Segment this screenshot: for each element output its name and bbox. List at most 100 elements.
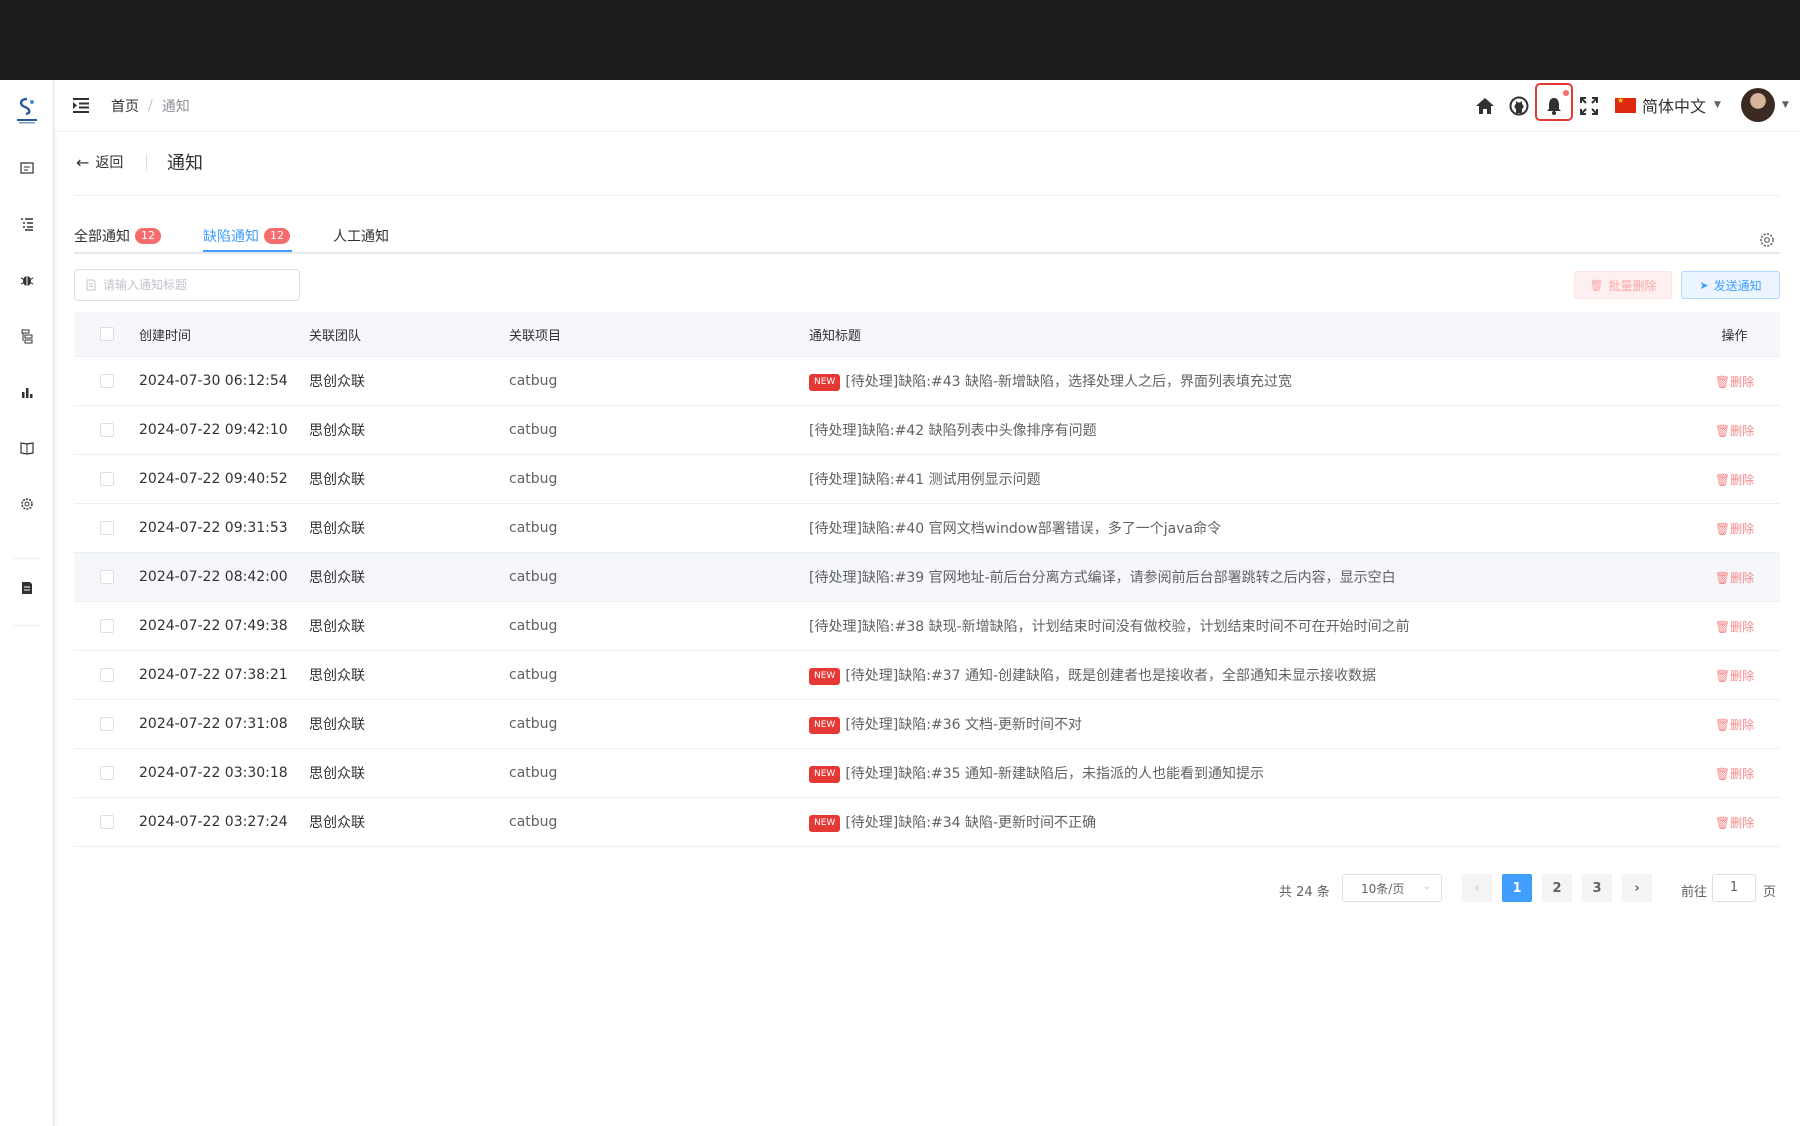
tab-manual-notifications[interactable]: 人工通知	[333, 226, 389, 246]
back-button[interactable]: ← 返回	[76, 152, 123, 172]
column-header: 操作	[1721, 328, 1748, 344]
home-button[interactable]	[1473, 94, 1497, 118]
send-notification-button[interactable]: ➤ 发送通知	[1681, 271, 1780, 299]
delete-button[interactable]: 🗑删除	[1715, 669, 1754, 683]
github-button[interactable]	[1507, 94, 1531, 118]
page-size-select[interactable]: 10条/页 ⌄	[1342, 874, 1442, 902]
batch-delete-button[interactable]: 🗑 批量删除	[1574, 271, 1672, 299]
delete-label: 删除	[1730, 815, 1755, 830]
table-row[interactable]: 2024-07-22 09:42:10 思创众联 catbug [待处理]缺陷:#42…	[74, 406, 1780, 455]
notification-title[interactable]: NEW [待处理]缺陷:#43 缺陷-新增缺陷，选择处理人之后，界面列表填充过宽	[809, 371, 1689, 391]
tab-all-notifications[interactable]: 全部通知 12	[74, 226, 161, 246]
notification-title[interactable]: NEW [待处理]缺陷:#37 通知-创建缺陷，既是创建者也是接收者，全部通知未显…	[809, 665, 1689, 685]
delete-button[interactable]: 🗑删除	[1715, 424, 1754, 438]
search-input[interactable]	[103, 278, 283, 292]
settings-icon	[21, 498, 33, 510]
row-checkbox[interactable]	[99, 521, 114, 535]
chevron-down-icon: ⌄	[1422, 881, 1431, 892]
notification-title[interactable]: [待处理]缺陷:#42 缺陷列表中头像排序有问题	[809, 420, 1689, 440]
notification-title[interactable]: [待处理]缺陷:#39 官网地址-前后台分离方式编译，请参阅前后台部署跳转之后内…	[809, 567, 1689, 587]
goto-page-input[interactable]: 1	[1712, 874, 1756, 902]
table-row[interactable]: 2024-07-22 07:31:08 思创众联 catbug NEW [待处理]缺陷:…	[74, 700, 1780, 749]
table-row[interactable]: 2024-07-22 07:49:38 思创众联 catbug [待处理]缺陷:#38…	[74, 602, 1780, 651]
delete-button[interactable]: 🗑删除	[1715, 767, 1754, 781]
sidebar-item-tree[interactable]	[0, 316, 54, 356]
page-number[interactable]: 3	[1582, 874, 1612, 902]
delete-label: 删除	[1730, 717, 1755, 732]
table-row[interactable]: 2024-07-22 08:42:00 思创众联 catbug [待处理]缺陷:#39…	[74, 553, 1780, 602]
row-checkbox[interactable]	[99, 668, 114, 682]
next-page-button[interactable]: ›	[1622, 874, 1652, 902]
menu-collapse-icon[interactable]	[71, 95, 91, 115]
table-row[interactable]: 2024-07-22 09:31:53 思创众联 catbug [待处理]缺陷:#40…	[74, 504, 1780, 553]
notification-title-text: [待处理]缺陷:#42 缺陷列表中头像排序有问题	[809, 423, 1097, 439]
delete-button[interactable]: 🗑删除	[1715, 816, 1754, 830]
pagination: 共 24 条 10条/页 ⌄ ‹ 1 2 3 › 前往 1 页	[0, 874, 1800, 904]
row-checkbox[interactable]	[99, 472, 114, 486]
goto-suffix: 页	[1763, 885, 1777, 900]
created-time: 2024-07-22 07:49:38	[139, 618, 288, 634]
notification-title[interactable]: NEW [待处理]缺陷:#34 缺陷-更新时间不正确	[809, 812, 1689, 832]
notification-title[interactable]: NEW [待处理]缺陷:#36 文档-更新时间不对	[809, 714, 1689, 734]
row-checkbox[interactable]	[99, 374, 114, 388]
back-label: 返回	[95, 155, 124, 171]
gear-icon[interactable]	[1758, 231, 1776, 249]
sidebar-item-settings[interactable]	[0, 484, 54, 524]
tab-bug-notifications[interactable]: 缺陷通知 12	[203, 226, 290, 246]
table-row[interactable]: 2024-07-30 06:12:54 思创众联 catbug NEW [待处理]缺陷:…	[74, 357, 1780, 406]
delete-button[interactable]: 🗑删除	[1715, 375, 1754, 389]
notification-title[interactable]: [待处理]缺陷:#41 测试用例显示问题	[809, 469, 1689, 489]
sidebar-item-project[interactable]	[0, 148, 54, 188]
project-icon	[20, 162, 34, 174]
row-checkbox[interactable]	[99, 619, 114, 633]
project-name: catbug	[509, 471, 558, 487]
notification-title-text: [待处理]缺陷:#41 测试用例显示问题	[809, 472, 1041, 488]
notification-title[interactable]: NEW [待处理]缺陷:#35 通知-新建缺陷后，未指派的人也能看到通知提示	[809, 763, 1689, 783]
sidebar-item-stats[interactable]	[0, 372, 54, 412]
table-row[interactable]: 2024-07-22 09:40:52 思创众联 catbug [待处理]缺陷:#41…	[74, 455, 1780, 504]
row-checkbox[interactable]	[99, 815, 114, 829]
trash-icon: 🗑	[1714, 619, 1731, 634]
breadcrumb-separator: /	[148, 98, 153, 114]
project-name: catbug	[509, 667, 558, 683]
bug-icon	[20, 276, 34, 286]
row-checkbox[interactable]	[99, 570, 114, 584]
table-row[interactable]: 2024-07-22 03:27:24 思创众联 catbug NEW [待处理]缺陷:…	[74, 798, 1780, 847]
caret-down-icon[interactable]: ▼	[1782, 100, 1789, 110]
fullscreen-button[interactable]	[1577, 94, 1601, 118]
sidebar-item-files[interactable]	[0, 568, 54, 608]
column-header: 关联项目	[509, 328, 562, 344]
delete-button[interactable]: 🗑删除	[1715, 620, 1754, 634]
document-icon	[22, 582, 32, 594]
page-number[interactable]: 2	[1542, 874, 1572, 902]
sidebar-item-docs[interactable]	[0, 428, 54, 468]
row-checkbox[interactable]	[99, 423, 114, 437]
page-number[interactable]: 1	[1502, 874, 1532, 902]
new-tag: NEW	[809, 814, 841, 832]
table-header: 创建时间 关联团队 关联项目 通知标题 操作	[74, 312, 1780, 357]
table-row[interactable]: 2024-07-22 07:38:21 思创众联 catbug NEW [待处理]缺陷:…	[74, 651, 1780, 700]
prev-page-button[interactable]: ‹	[1462, 874, 1492, 902]
notification-button[interactable]	[1542, 94, 1566, 118]
delete-label: 删除	[1730, 570, 1755, 585]
table-row[interactable]: 2024-07-22 03:30:18 思创众联 catbug NEW [待处理]缺陷:…	[74, 749, 1780, 798]
sidebar-item-list[interactable]	[0, 204, 54, 244]
user-avatar[interactable]	[1741, 88, 1775, 122]
batch-delete-label: 批量删除	[1608, 278, 1657, 293]
team-name: 思创众联	[309, 521, 365, 537]
language-selector[interactable]: 简体中文 ▼	[1615, 93, 1721, 117]
sidebar-item-bugs[interactable]	[0, 260, 54, 300]
notification-title[interactable]: [待处理]缺陷:#38 缺现-新增缺陷，计划结束时间没有做校验，计划结束时间不可…	[809, 616, 1689, 636]
notification-title[interactable]: [待处理]缺陷:#40 官网文档window部署错误，多了一个java命令	[809, 518, 1689, 538]
language-label: 简体中文	[1642, 97, 1707, 116]
delete-button[interactable]: 🗑删除	[1715, 473, 1754, 487]
chevron-left-icon: ‹	[1474, 880, 1480, 896]
breadcrumb-home[interactable]: 首页	[111, 96, 139, 116]
select-all-checkbox[interactable]	[99, 327, 114, 341]
page-title: 通知	[167, 153, 203, 174]
delete-button[interactable]: 🗑删除	[1715, 571, 1754, 585]
delete-button[interactable]: 🗑删除	[1715, 522, 1754, 536]
row-checkbox[interactable]	[99, 766, 114, 780]
delete-button[interactable]: 🗑删除	[1715, 718, 1754, 732]
row-checkbox[interactable]	[99, 717, 114, 731]
